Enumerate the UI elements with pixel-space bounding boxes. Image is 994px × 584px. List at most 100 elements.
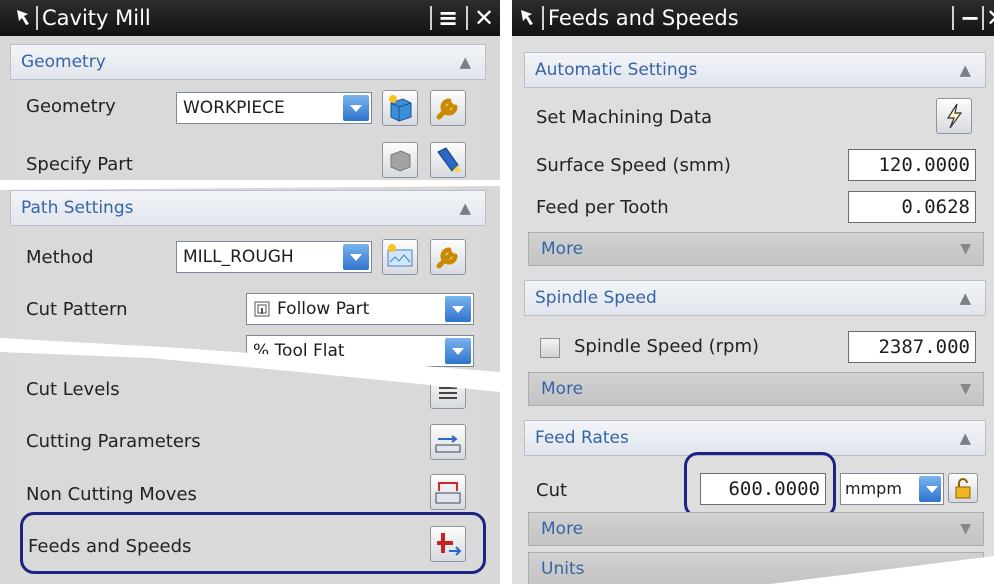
- non-cutting-moves-button[interactable]: [430, 474, 466, 510]
- set-machining-data-label: Set Machining Data: [536, 107, 713, 128]
- method-label: Method: [26, 247, 94, 268]
- chevron-down-icon[interactable]: [445, 296, 471, 322]
- chevron-down-icon[interactable]: [445, 338, 471, 364]
- new-geometry-icon: [389, 95, 412, 122]
- more-label: More: [541, 239, 584, 259]
- title-separator: [982, 6, 984, 30]
- automatic-settings-section-header[interactable]: Automatic Settings ▲: [524, 52, 986, 88]
- close-icon[interactable]: ✕: [986, 0, 994, 36]
- lock-button[interactable]: [948, 473, 978, 503]
- expand-icon[interactable]: ▼: [960, 233, 971, 265]
- chevron-down-icon[interactable]: [919, 476, 941, 502]
- chevron-down-icon[interactable]: [343, 244, 369, 270]
- cavity-mill-dialog: Cavity Mill ≡ ✕ Geometry ▲ Geometry WORK…: [0, 0, 500, 584]
- new-geometry-button[interactable]: [382, 90, 418, 126]
- expand-icon[interactable]: ▼: [960, 373, 971, 405]
- geometry-section-header[interactable]: Geometry ▲: [10, 44, 486, 80]
- follow-part-icon: [254, 301, 270, 317]
- spindle-speed-checkbox[interactable]: [540, 338, 560, 358]
- section-title: Geometry: [21, 52, 106, 72]
- part-icon: [390, 150, 411, 172]
- feed-per-tooth-label: Feed per Tooth: [536, 197, 669, 218]
- feeds-and-speeds-dialog: Feeds and Speeds − ✕ Automatic Settings …: [512, 0, 994, 584]
- lock-icon: [955, 478, 971, 499]
- collapse-icon[interactable]: ▲: [959, 53, 971, 87]
- close-icon[interactable]: ✕: [474, 0, 494, 36]
- cut-unit-dropdown[interactable]: mmpm: [840, 473, 944, 505]
- spindle-speed-section-header[interactable]: Spindle Speed ▲: [524, 280, 986, 316]
- wrench-icon: [436, 98, 458, 120]
- collapse-icon[interactable]: ▲: [459, 45, 471, 79]
- more-expander[interactable]: More ▼: [528, 512, 984, 546]
- select-part-button[interactable]: [382, 142, 418, 178]
- units-label: Units: [541, 559, 585, 579]
- expand-icon[interactable]: ▼: [960, 513, 971, 545]
- title-separator: [466, 6, 468, 30]
- cutting-parameters-label: Cutting Parameters: [26, 431, 201, 452]
- title-bar[interactable]: Cavity Mill ≡ ✕: [0, 0, 500, 36]
- flashlight-icon: [437, 147, 461, 172]
- dialog-title: Feeds and Speeds: [548, 6, 739, 30]
- path-settings-section-header[interactable]: Path Settings ▲: [10, 190, 486, 226]
- collapse-icon[interactable]: ▲: [959, 281, 971, 315]
- cut-pattern-dropdown[interactable]: Follow Part: [246, 293, 474, 325]
- section-title: Spindle Speed: [535, 288, 657, 308]
- non-cutting-moves-label: Non Cutting Moves: [26, 484, 197, 505]
- more-label: More: [541, 519, 584, 539]
- spindle-speed-label: Spindle Speed (rpm): [574, 336, 760, 357]
- cut-label: Cut: [536, 480, 568, 501]
- cursor-icon: [17, 10, 29, 25]
- title-separator: [430, 6, 432, 30]
- set-machining-data-button[interactable]: [936, 98, 972, 134]
- cutting-parameters-button[interactable]: [430, 424, 466, 460]
- surface-speed-input[interactable]: 120.0000: [848, 149, 976, 181]
- minimize-icon[interactable]: −: [960, 0, 980, 36]
- surface-speed-label: Surface Speed (smm): [536, 155, 731, 176]
- cut-levels-icon: [439, 387, 457, 399]
- stepover-dropdown[interactable]: % Tool Flat: [246, 335, 474, 367]
- more-expander[interactable]: More ▼: [528, 372, 984, 406]
- non-cutting-moves-icon: [435, 482, 461, 504]
- collapse-icon[interactable]: ▲: [459, 191, 471, 225]
- more-label: More: [541, 379, 584, 399]
- method-dropdown[interactable]: MILL_ROUGH: [176, 241, 372, 273]
- dropdown-value: % Tool Flat: [253, 341, 345, 361]
- more-expander[interactable]: More ▼: [528, 232, 984, 266]
- dialog-title: Cavity Mill: [42, 6, 151, 30]
- menu-icon[interactable]: ≡: [438, 0, 458, 36]
- cut-levels-button[interactable]: [430, 373, 466, 409]
- title-separator: [36, 6, 38, 30]
- cursor-icon: [521, 10, 533, 25]
- specify-part-label: Specify Part: [26, 154, 133, 175]
- collapse-icon[interactable]: ▲: [959, 421, 971, 455]
- feeds-and-speeds-label: Feeds and Speeds: [28, 536, 192, 557]
- edit-geometry-button[interactable]: [430, 90, 466, 126]
- display-part-button[interactable]: [430, 142, 466, 178]
- cut-feed-input[interactable]: 600.0000: [700, 473, 826, 505]
- title-bar[interactable]: Feeds and Speeds − ✕: [512, 0, 994, 36]
- cut-levels-label: Cut Levels: [26, 379, 120, 400]
- feeds-and-speeds-button[interactable]: [430, 526, 466, 562]
- geometry-dropdown[interactable]: WORKPIECE: [176, 92, 372, 124]
- lightning-icon: [946, 103, 963, 129]
- title-separator: [952, 6, 954, 30]
- geometry-label: Geometry: [26, 96, 116, 117]
- feed-per-tooth-input[interactable]: 0.0628: [848, 191, 976, 223]
- chevron-down-icon[interactable]: [343, 95, 369, 121]
- edit-method-button[interactable]: [430, 239, 466, 275]
- title-separator: [542, 6, 544, 30]
- feed-rates-section-header[interactable]: Feed Rates ▲: [524, 420, 986, 456]
- dropdown-value: MILL_ROUGH: [183, 247, 294, 267]
- cut-pattern-label: Cut Pattern: [26, 299, 128, 320]
- dropdown-value: WORKPIECE: [183, 98, 285, 118]
- new-method-button[interactable]: [382, 239, 418, 275]
- cutting-parameters-icon: [435, 435, 461, 453]
- section-title: Feed Rates: [535, 428, 629, 448]
- wrench-icon: [436, 247, 458, 269]
- dropdown-value: Follow Part: [277, 299, 370, 319]
- spindle-speed-input[interactable]: 2387.000: [848, 331, 976, 363]
- section-title: Path Settings: [21, 198, 134, 218]
- units-expander[interactable]: Units: [528, 552, 984, 584]
- section-title: Automatic Settings: [535, 60, 698, 80]
- new-method-icon: [387, 244, 413, 267]
